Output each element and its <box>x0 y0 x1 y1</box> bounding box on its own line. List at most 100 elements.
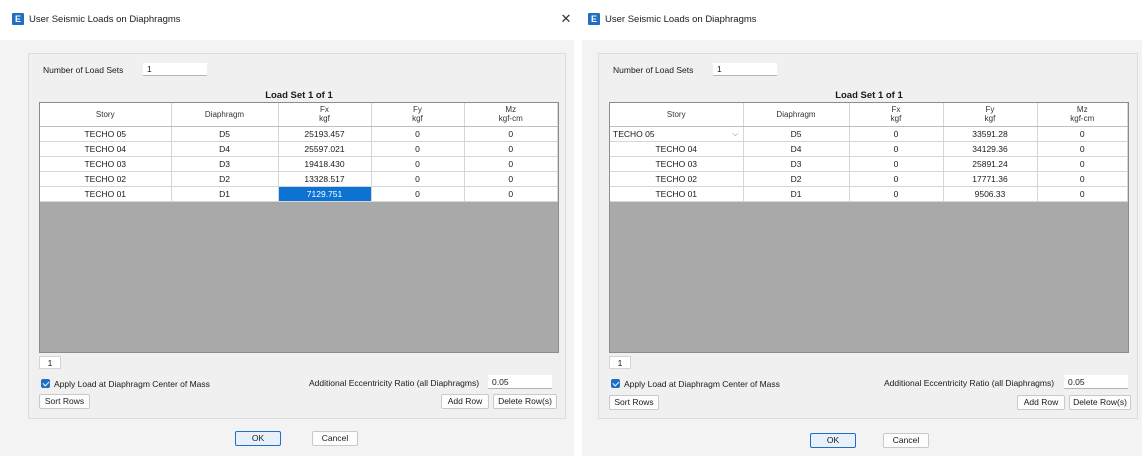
table-row[interactable]: TECHO 02 D2 13328.517 0 0 <box>40 171 558 187</box>
eccentricity-label: Additional Eccentricity Ratio (all Diaph… <box>309 378 480 388</box>
cell-diaphragm[interactable]: D4 <box>171 141 279 157</box>
cell-fx[interactable]: 25193.457 <box>278 126 372 142</box>
cell-fx[interactable]: 19418.430 <box>278 156 372 172</box>
chevron-down-icon[interactable]: ⌵ <box>732 129 738 139</box>
col-header-story[interactable]: Story <box>610 103 744 127</box>
cell-fx[interactable]: 0 <box>849 171 944 187</box>
delete-rows-button[interactable]: Delete Row(s) <box>493 394 557 409</box>
cell-mz[interactable]: 0 <box>1037 156 1128 172</box>
apply-load-checkbox[interactable] <box>41 379 50 388</box>
table-row[interactable]: TECHO 04 D4 25597.021 0 0 <box>40 141 558 157</box>
cell-fy[interactable]: 25891.24 <box>943 156 1038 172</box>
cell-story[interactable]: TECHO 02 <box>40 171 172 187</box>
cell-story[interactable]: TECHO 04 <box>40 141 172 157</box>
cell-diaphragm[interactable]: D2 <box>171 171 279 187</box>
cell-diaphragm[interactable]: D3 <box>743 156 850 172</box>
cell-fy[interactable]: 33591.28 <box>943 126 1038 142</box>
load-set-grid[interactable]: Story Diaphragm Fx kgf Fy kgf Mz kgf-cm TEC… <box>39 102 559 353</box>
table-row[interactable]: TECHO 01 D1 7129.751 0 0 <box>40 186 558 202</box>
cell-mz[interactable]: 0 <box>464 141 558 157</box>
sort-rows-button[interactable]: Sort Rows <box>609 395 659 410</box>
cell-fx[interactable]: 0 <box>849 126 944 142</box>
cell-mz[interactable]: 0 <box>464 171 558 187</box>
cell-mz[interactable]: 0 <box>1037 141 1128 157</box>
cell-fy[interactable]: 0 <box>371 171 465 187</box>
cell-story[interactable]: TECHO 01 <box>40 186 172 202</box>
load-set-title: Load Set 1 of 1 <box>265 90 333 101</box>
table-row[interactable]: TECHO 05 D5 25193.457 0 0 <box>40 126 558 142</box>
col-header-mz[interactable]: Mz kgf-cm <box>1037 103 1128 127</box>
cell-fy[interactable]: 34129.36 <box>943 141 1038 157</box>
ok-button[interactable]: OK <box>810 433 856 448</box>
cell-fy[interactable]: 9506.33 <box>943 186 1038 202</box>
col-header-diaphragm[interactable]: Diaphragm <box>743 103 850 127</box>
cell-fy[interactable]: 0 <box>371 141 465 157</box>
table-row[interactable]: TECHO 01 D1 0 9506.33 0 <box>610 186 1128 202</box>
cell-story[interactable]: TECHO 01 <box>610 186 744 202</box>
table-row[interactable]: TECHO 03 D3 19418.430 0 0 <box>40 156 558 172</box>
cell-story[interactable]: TECHO 03 <box>40 156 172 172</box>
apply-load-checkbox[interactable] <box>611 379 620 388</box>
cell-diaphragm[interactable]: D2 <box>743 171 850 187</box>
cell-diaphragm[interactable]: D3 <box>171 156 279 172</box>
table-row[interactable]: TECHO 03 D3 0 25891.24 0 <box>610 156 1128 172</box>
cell-diaphragm[interactable]: D4 <box>743 141 850 157</box>
cell-fy[interactable]: 0 <box>371 186 465 202</box>
cell-story[interactable]: TECHO 03 <box>610 156 744 172</box>
cell-fx[interactable]: 0 <box>849 156 944 172</box>
cell-story[interactable]: TECHO 05 <box>40 126 172 142</box>
close-icon[interactable]: ✕ <box>558 10 574 28</box>
add-row-button[interactable]: Add Row <box>1017 395 1065 410</box>
col-header-fx[interactable]: Fx kgf <box>849 103 944 127</box>
cell-fx[interactable]: 13328.517 <box>278 171 372 187</box>
table-row[interactable]: TECHO 05 ⌵ D5 0 33591.28 0 <box>610 126 1128 142</box>
add-row-button[interactable]: Add Row <box>441 394 489 409</box>
col-header-story[interactable]: Story <box>40 103 172 127</box>
ok-button[interactable]: OK <box>235 431 281 446</box>
loads-table: Story Diaphragm Fx kgf Fy kgf Mz kgf-cm TEC… <box>40 103 558 202</box>
cell-mz[interactable]: 0 <box>464 126 558 142</box>
number-of-load-sets-label: Number of Load Sets <box>43 65 124 75</box>
app-icon: E <box>12 13 24 25</box>
delete-rows-button[interactable]: Delete Row(s) <box>1069 395 1131 410</box>
load-set-grid[interactable]: Story Diaphragm Fx kgf Fy kgf Mz kgf-cm TEC… <box>609 102 1129 353</box>
col-header-mz[interactable]: Mz kgf-cm <box>464 103 558 127</box>
cell-story[interactable]: TECHO 04 <box>610 141 744 157</box>
col-header-fy[interactable]: Fy kgf <box>943 103 1038 127</box>
loads-table: Story Diaphragm Fx kgf Fy kgf Mz kgf-cm TEC… <box>610 103 1128 202</box>
cell-fy[interactable]: 0 <box>371 126 465 142</box>
cell-mz[interactable]: 0 <box>464 186 558 202</box>
cell-story-dropdown[interactable]: TECHO 05 ⌵ <box>610 126 744 142</box>
load-set-page-tab[interactable]: 1 <box>609 356 631 369</box>
cell-diaphragm[interactable]: D1 <box>171 186 279 202</box>
cell-fy[interactable]: 0 <box>371 156 465 172</box>
cell-fy[interactable]: 17771.36 <box>943 171 1038 187</box>
col-header-fx[interactable]: Fx kgf <box>278 103 372 127</box>
cell-fx[interactable]: 0 <box>849 141 944 157</box>
cancel-button[interactable]: Cancel <box>312 431 358 446</box>
cell-diaphragm[interactable]: D1 <box>743 186 850 202</box>
cell-mz[interactable]: 0 <box>1037 186 1128 202</box>
cell-diaphragm[interactable]: D5 <box>171 126 279 142</box>
cell-fx-selected[interactable]: 7129.751 <box>278 186 372 202</box>
col-header-diaphragm[interactable]: Diaphragm <box>171 103 279 127</box>
cell-mz[interactable]: 0 <box>464 156 558 172</box>
table-row[interactable]: TECHO 04 D4 0 34129.36 0 <box>610 141 1128 157</box>
cell-diaphragm[interactable]: D5 <box>743 126 850 142</box>
cell-mz[interactable]: 0 <box>1037 126 1128 142</box>
cancel-button[interactable]: Cancel <box>883 433 929 448</box>
col-header-fy[interactable]: Fy kgf <box>371 103 465 127</box>
seismic-loads-dialog-right: E User Seismic Loads on Diaphragms Numbe… <box>582 0 1142 456</box>
eccentricity-input[interactable] <box>488 375 552 389</box>
cell-fx[interactable]: 25597.021 <box>278 141 372 157</box>
apply-load-label: Apply Load at Diaphragm Center of Mass <box>54 379 210 389</box>
load-set-page-tab[interactable]: 1 <box>39 356 61 369</box>
cell-fx[interactable]: 0 <box>849 186 944 202</box>
cell-mz[interactable]: 0 <box>1037 171 1128 187</box>
eccentricity-input[interactable] <box>1064 375 1128 389</box>
table-row[interactable]: TECHO 02 D2 0 17771.36 0 <box>610 171 1128 187</box>
number-of-load-sets-input[interactable] <box>713 63 777 76</box>
sort-rows-button[interactable]: Sort Rows <box>39 394 90 409</box>
cell-story[interactable]: TECHO 02 <box>610 171 744 187</box>
number-of-load-sets-input[interactable] <box>143 63 207 76</box>
